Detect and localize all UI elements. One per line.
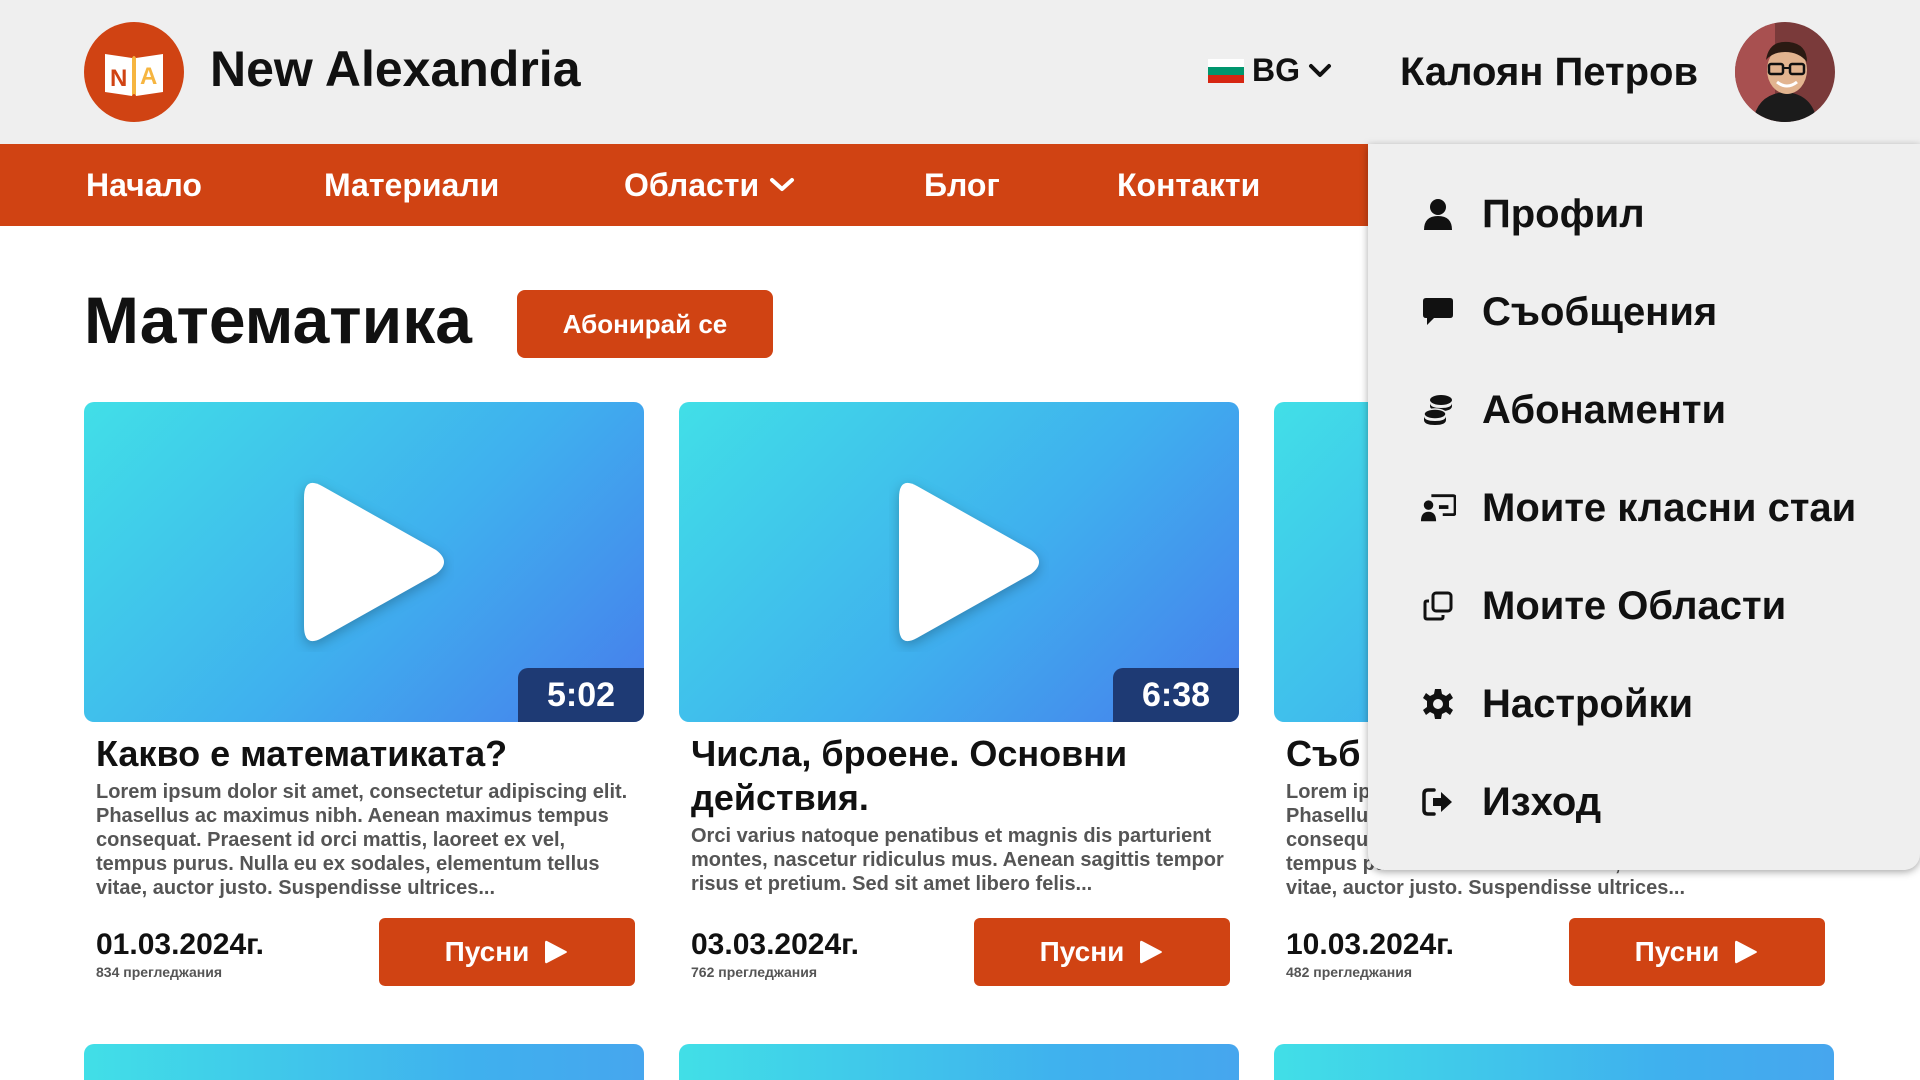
- message-icon: [1420, 294, 1456, 330]
- nav-item-home[interactable]: Начало: [86, 144, 202, 226]
- language-selector[interactable]: BG: [1208, 52, 1332, 89]
- nav-item-areas[interactable]: Области: [624, 144, 795, 226]
- play-icon: [304, 482, 444, 642]
- play-button[interactable]: Пусни: [1569, 918, 1825, 986]
- play-icon: [1735, 940, 1758, 964]
- menu-item-profile[interactable]: Профил: [1420, 184, 1645, 244]
- video-thumbnail[interactable]: [1274, 1044, 1834, 1080]
- video-thumbnail[interactable]: [84, 1044, 644, 1080]
- menu-item-classrooms[interactable]: Моите класни стаи: [1420, 478, 1856, 538]
- video-duration: 6:38: [1113, 668, 1239, 722]
- logo[interactable]: N A: [84, 22, 184, 122]
- menu-item-messages[interactable]: Съобщения: [1420, 282, 1717, 342]
- play-button[interactable]: Пусни: [974, 918, 1230, 986]
- play-icon: [545, 940, 568, 964]
- nav-item-materials[interactable]: Материали: [324, 144, 499, 226]
- clone-icon: [1420, 588, 1456, 624]
- gear-icon: [1420, 686, 1456, 722]
- play-icon: [1140, 940, 1163, 964]
- video-thumbnail[interactable]: [679, 1044, 1239, 1080]
- brand-name[interactable]: New Alexandria: [210, 40, 581, 98]
- video-card: 5:02 Какво е математиката? Lorem ipsum d…: [84, 402, 644, 992]
- video-title[interactable]: Числа, броене. Основни действия.: [691, 732, 1231, 820]
- user-icon: [1420, 196, 1456, 232]
- video-title[interactable]: Какво е математиката?: [96, 732, 636, 776]
- nav-item-blog[interactable]: Блог: [924, 144, 1000, 226]
- classroom-icon: [1420, 490, 1456, 526]
- video-date: 01.03.2024г.: [96, 928, 264, 961]
- video-views: 482 прегледжания: [1286, 964, 1413, 980]
- logout-icon: [1420, 784, 1456, 820]
- video-views: 762 прегледжания: [691, 964, 818, 980]
- coins-icon: [1420, 392, 1456, 428]
- video-description: Lorem ipsum dolor sit amet, consectetur …: [96, 781, 628, 899]
- video-card: 6:38 Числа, броене. Основни действия. Or…: [679, 402, 1239, 992]
- menu-item-subscriptions[interactable]: Абонаменти: [1420, 380, 1726, 440]
- video-thumbnail[interactable]: 6:38: [679, 402, 1239, 722]
- language-code: BG: [1252, 52, 1300, 88]
- bulgaria-flag-icon: [1208, 58, 1244, 83]
- user-menu-dropdown: Профил Съобщения Абонаменти Моите класни…: [1368, 144, 1920, 870]
- chevron-down-icon: [1309, 63, 1331, 77]
- play-icon: [899, 482, 1039, 642]
- subscribe-button[interactable]: Абонирай се: [517, 290, 773, 358]
- menu-item-logout[interactable]: Изход: [1420, 772, 1601, 832]
- site-header: N A New Alexandria BG Калоян Петров: [0, 0, 1920, 144]
- svg-text:N: N: [110, 65, 127, 92]
- play-button[interactable]: Пусни: [379, 918, 635, 986]
- menu-item-settings[interactable]: Настройки: [1420, 674, 1693, 734]
- page-title: Математика: [84, 283, 472, 357]
- video-description: Orci varius natoque penatibus et magnis …: [691, 825, 1224, 895]
- nav-item-contacts[interactable]: Контакти: [1117, 144, 1260, 226]
- book-logo-icon: N A: [105, 54, 163, 96]
- video-duration: 5:02: [518, 668, 644, 722]
- video-views: 834 прегледжания: [96, 964, 223, 980]
- video-date: 03.03.2024г.: [691, 928, 859, 961]
- avatar[interactable]: [1735, 22, 1835, 122]
- svg-text:A: A: [140, 63, 157, 90]
- chevron-down-icon: [770, 178, 795, 191]
- video-thumbnail[interactable]: 5:02: [84, 402, 644, 722]
- video-date: 10.03.2024г.: [1286, 928, 1454, 961]
- menu-item-my-areas[interactable]: Моите Области: [1420, 576, 1786, 636]
- user-name[interactable]: Калоян Петров: [1400, 50, 1698, 95]
